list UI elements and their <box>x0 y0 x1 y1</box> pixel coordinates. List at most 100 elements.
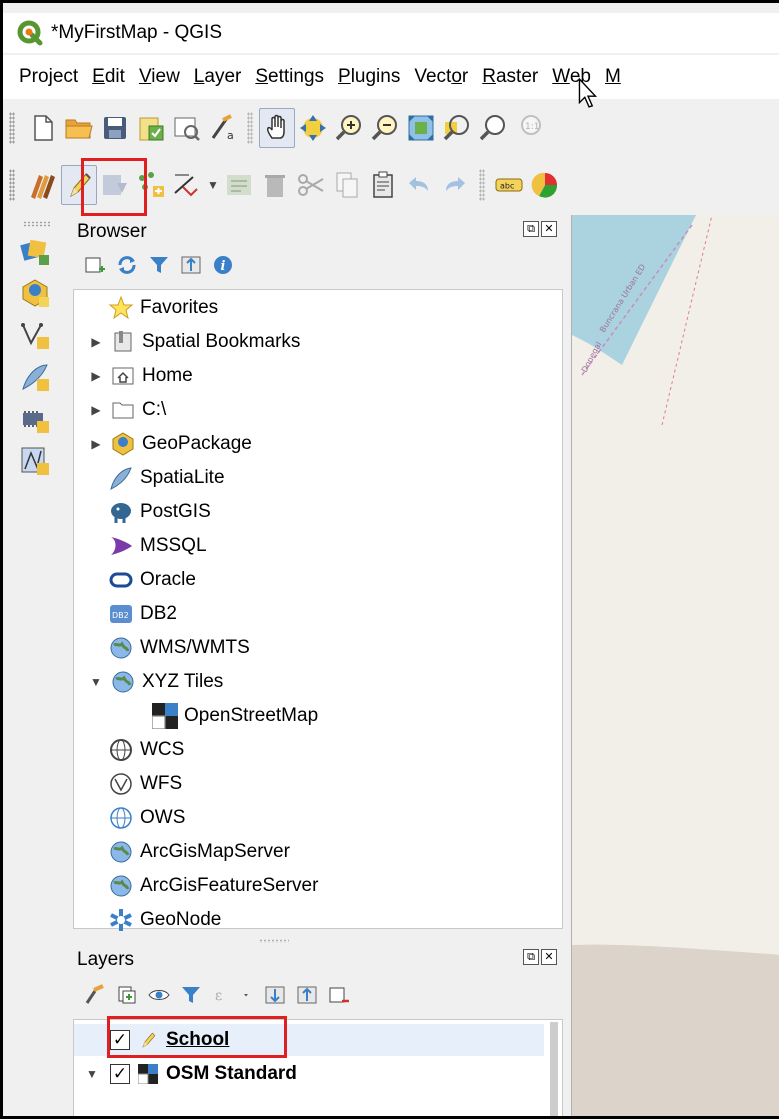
new-shapefile-button[interactable] <box>15 315 55 355</box>
data-source-manager-button[interactable] <box>15 231 55 271</box>
expand-arrow-icon[interactable]: ▼ <box>88 675 104 689</box>
add-group-icon[interactable] <box>115 983 139 1007</box>
layer-row-school[interactable]: ✓ School <box>74 1024 544 1056</box>
layer-row-osm-standard[interactable]: ▼ ✓ OSM Standard <box>74 1058 544 1090</box>
expand-arrow-icon[interactable]: ▶ <box>88 403 104 417</box>
toolbar-grip[interactable] <box>9 112 15 144</box>
add-point-feature-button[interactable] <box>133 165 169 205</box>
cut-features-button[interactable] <box>293 165 329 205</box>
layers-scrollbar[interactable] <box>550 1022 558 1116</box>
collapse-all-icon[interactable] <box>295 983 319 1007</box>
modify-attributes-button[interactable] <box>221 165 257 205</box>
zoom-full-button[interactable] <box>403 108 439 148</box>
expand-arrow-icon[interactable]: ▶ <box>88 335 104 349</box>
new-print-layout-button[interactable] <box>133 108 169 148</box>
new-project-button[interactable] <box>25 108 61 148</box>
menu-item[interactable]: Plugins <box>338 66 400 88</box>
menu-item[interactable]: View <box>139 66 180 88</box>
browser-item-label: Home <box>142 365 193 386</box>
pan-map-button[interactable] <box>259 108 295 148</box>
menu-item[interactable]: Layer <box>194 66 242 88</box>
diagram-options-button[interactable] <box>527 165 563 205</box>
zoom-out-button[interactable] <box>367 108 403 148</box>
toolbar-grip[interactable] <box>23 221 51 227</box>
label-toolbar-button[interactable]: abc <box>491 165 527 205</box>
float-panel-button[interactable]: ⧉ <box>523 221 539 237</box>
browser-item[interactable]: SpatiaLite <box>108 462 225 494</box>
map-canvas[interactable]: Donegal Buncrana Urban ED <box>571 215 779 1116</box>
browser-item[interactable]: ▶ C:\ <box>88 394 166 426</box>
browser-item[interactable]: ▶ Spatial Bookmarks <box>88 326 300 358</box>
remove-layer-icon[interactable] <box>327 983 351 1007</box>
close-panel-button[interactable]: ✕ <box>541 949 557 965</box>
pan-to-selection-button[interactable] <box>295 108 331 148</box>
menu-label-part: ayer <box>204 66 242 87</box>
browser-item[interactable]: MSSQL <box>108 530 207 562</box>
browser-item[interactable]: Oracle <box>108 564 196 596</box>
open-project-button[interactable] <box>61 108 97 148</box>
redo-button[interactable] <box>437 165 473 205</box>
browser-item[interactable]: Favorites <box>108 292 218 324</box>
layout-manager-button[interactable] <box>169 108 205 148</box>
add-selected-layers-icon[interactable] <box>83 253 107 277</box>
refresh-icon[interactable] <box>115 253 139 277</box>
layer-styling-icon[interactable] <box>83 983 107 1007</box>
browser-item[interactable]: ▶ Home <box>88 360 193 392</box>
browser-item[interactable]: ▼ XYZ Tiles <box>88 666 223 698</box>
paste-features-button[interactable] <box>365 165 401 205</box>
zoom-native-button[interactable]: 1:1 <box>511 108 547 148</box>
browser-item[interactable]: WCS <box>108 734 184 766</box>
layer-visibility-checkbox[interactable]: ✓ <box>110 1030 130 1050</box>
copy-features-button[interactable] <box>329 165 365 205</box>
menu-item[interactable]: Settings <box>255 66 324 88</box>
browser-item[interactable]: OWS <box>108 802 185 834</box>
browser-item[interactable]: OpenStreetMap <box>152 700 318 732</box>
new-geopackage-button[interactable] <box>15 273 55 313</box>
manage-visibility-eye-icon[interactable] <box>147 983 171 1007</box>
menu-item[interactable]: Vector <box>414 66 468 88</box>
info-icon[interactable]: i <box>211 253 235 277</box>
new-virtual-layer-button[interactable] <box>15 399 55 439</box>
current-edits-button[interactable] <box>25 165 61 205</box>
vertex-tool-button[interactable] <box>169 165 205 205</box>
dropdown-arrow-icon[interactable] <box>243 983 255 1007</box>
undo-button[interactable] <box>401 165 437 205</box>
zoom-to-selection-button[interactable] <box>439 108 475 148</box>
collapse-all-icon[interactable] <box>179 253 203 277</box>
menu-item[interactable]: Raster <box>482 66 538 88</box>
browser-tree[interactable]: Favorites ▶ Spatial Bookmarks ▶ Home ▶ C:\ ▶ Geo… <box>73 289 563 931</box>
browser-item[interactable]: GeoNode <box>108 904 221 936</box>
browser-item[interactable]: PostGIS <box>108 496 211 528</box>
filter-funnel-icon[interactable] <box>147 253 171 277</box>
zoom-to-layer-button[interactable] <box>475 108 511 148</box>
save-layer-edits-button[interactable] <box>97 165 133 205</box>
layer-visibility-checkbox[interactable]: ✓ <box>110 1064 130 1084</box>
style-manager-button[interactable]: a <box>205 108 241 148</box>
browser-item[interactable]: ▶ GeoPackage <box>88 428 252 460</box>
vertex-tool-dropdown[interactable]: ▼ <box>205 165 221 205</box>
browser-item[interactable]: ArcGisFeatureServer <box>108 870 318 902</box>
new-spatialite-button[interactable] <box>15 357 55 397</box>
filter-expression-icon[interactable]: ε <box>211 983 235 1007</box>
float-panel-button[interactable]: ⧉ <box>523 949 539 965</box>
browser-item[interactable]: WMS/WMTS <box>108 632 250 664</box>
toggle-editing-button[interactable] <box>61 165 97 205</box>
new-mesh-layer-button[interactable] <box>15 441 55 481</box>
save-project-button[interactable] <box>97 108 133 148</box>
zoom-in-button[interactable] <box>331 108 367 148</box>
close-panel-button[interactable]: ✕ <box>541 221 557 237</box>
browser-item[interactable]: WFS <box>108 768 182 800</box>
expand-arrow-icon[interactable]: ▶ <box>88 369 104 383</box>
menu-item[interactable]: Project <box>19 66 78 88</box>
menu-item[interactable]: M <box>605 66 621 88</box>
expand-arrow-icon[interactable]: ▼ <box>74 1067 110 1081</box>
filter-legend-icon[interactable] <box>179 983 203 1007</box>
layers-tree[interactable]: ✓ School ▼ ✓ OSM Standard <box>73 1019 563 1116</box>
delete-selected-button[interactable] <box>257 165 293 205</box>
expand-arrow-icon[interactable]: ▶ <box>88 437 104 451</box>
toolbar-grip[interactable] <box>9 169 15 201</box>
browser-item[interactable]: ArcGisMapServer <box>108 836 290 868</box>
menu-item[interactable]: Edit <box>92 66 125 88</box>
expand-all-icon[interactable] <box>263 983 287 1007</box>
browser-item[interactable]: DB2 DB2 <box>108 598 177 630</box>
